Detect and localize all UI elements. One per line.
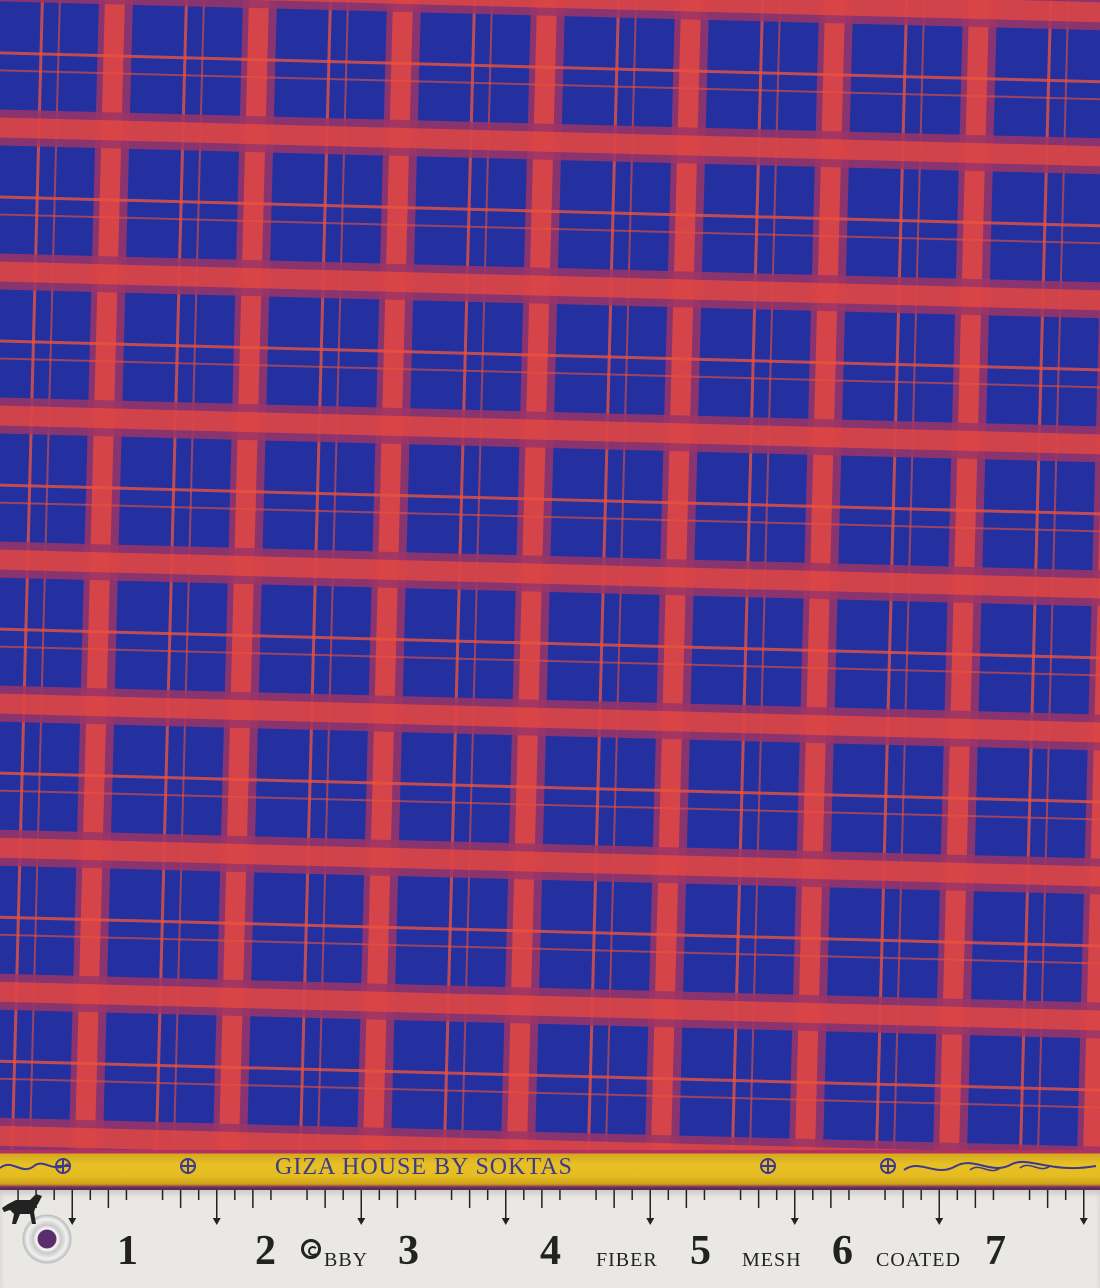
- ruler-number: 1: [117, 1228, 138, 1274]
- selvedge-text: GIZA HOUSE BY SOKTAS: [275, 1154, 573, 1180]
- ruler-number: 7: [985, 1228, 1006, 1274]
- ruler-tick-arrow: [790, 1218, 799, 1225]
- ruler-tick-arrow: [357, 1218, 366, 1225]
- ruler-word: COATED: [876, 1249, 961, 1271]
- emblem-icon: [760, 1158, 776, 1174]
- ruler-tick-arrow: [501, 1218, 510, 1225]
- emblem-icon: [55, 1158, 71, 1174]
- measuring-tape: 1 2 BBY 3 4 FIBER 5 MESH 6 COATED 7: [0, 1190, 1100, 1288]
- right-ornament-icon: [903, 1160, 1097, 1172]
- ruler-tick-arrow: [935, 1218, 944, 1225]
- ruler-number: 4: [540, 1228, 561, 1274]
- ruler-number: 6: [832, 1228, 853, 1274]
- ruler-word: FIBER: [596, 1249, 658, 1271]
- ruler-number: 3: [398, 1228, 419, 1274]
- plaid-pattern: [0, 0, 1100, 1150]
- selvedge-band: GIZA HOUSE BY SOKTAS: [0, 1150, 1100, 1190]
- emblem-icon: [880, 1158, 896, 1174]
- emblem-icon: [180, 1158, 196, 1174]
- plaid-fabric: [0, 0, 1100, 1150]
- copyright-icon: [301, 1239, 321, 1259]
- ruler-tick-arrow: [1079, 1218, 1088, 1225]
- horse-icon: [2, 1194, 42, 1224]
- ruler-number: 2: [255, 1228, 276, 1274]
- ruler-tick-arrow: [646, 1218, 655, 1225]
- ruler-tick-arrow: [68, 1218, 77, 1225]
- ruler-word: MESH: [742, 1249, 802, 1271]
- ruler-word: BBY: [324, 1249, 369, 1271]
- ruler-tick-arrow: [212, 1218, 221, 1225]
- ruler-number: 5: [690, 1228, 711, 1274]
